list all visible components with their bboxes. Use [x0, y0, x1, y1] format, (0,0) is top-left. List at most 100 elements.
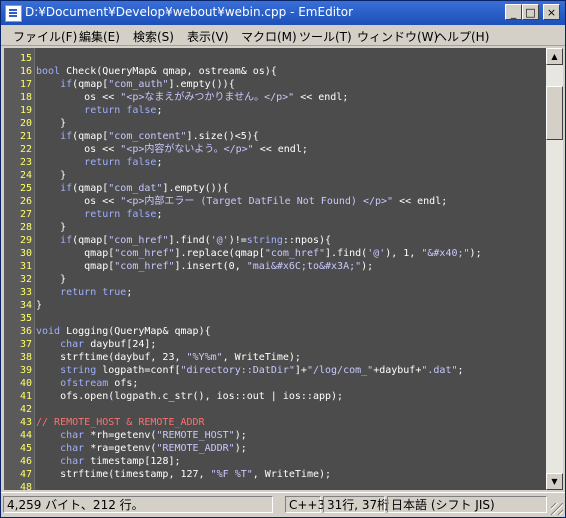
code-line[interactable]: 17 if(qmap["com_auth"].empty()){: [4, 78, 546, 91]
editor-window: D:¥Document¥Develop¥webout¥webin.cpp - E…: [0, 0, 566, 518]
status-position[interactable]: 31行, 37桁: [323, 496, 389, 513]
line-number: 25: [19, 183, 32, 194]
code-line[interactable]: 47 strftime(timestamp, 127, "%F %T", Wri…: [4, 468, 546, 481]
line-number: 30: [19, 248, 32, 259]
line-number: 19: [19, 105, 32, 116]
code-line[interactable]: 25 if(qmap["com_dat"].empty()){: [4, 182, 546, 195]
vertical-scrollbar[interactable]: ▲ ▼: [546, 48, 563, 490]
menu-macro[interactable]: マクロ(M): [241, 28, 297, 45]
code-line[interactable]: 32 }: [4, 273, 546, 286]
code-text: }: [36, 170, 67, 181]
code-line[interactable]: 34}: [4, 299, 546, 312]
code-line[interactable]: 43 // REMOTE_HOST & REMOTE_ADDR: [4, 416, 546, 429]
code-text: return true;: [60, 287, 133, 298]
code-line[interactable]: 20 }: [4, 117, 546, 130]
line-number: 40: [19, 378, 32, 389]
status-encoding[interactable]: 日本語 (シフト JIS): [387, 496, 547, 513]
line-number: 45: [19, 443, 32, 454]
line-number: 39: [19, 365, 32, 376]
code-line[interactable]: 26 os << "<p>内部エラー (Target DatFile Not F…: [4, 195, 546, 208]
code-line[interactable]: 18 os << "<p>なまえがみつかりません。</p>" << endl;: [4, 91, 546, 104]
code-line[interactable]: 36 void Logging(QueryMap& qmap){: [4, 325, 546, 338]
app-icon[interactable]: [5, 5, 22, 22]
code-line[interactable]: 37 char daybuf[24];: [4, 338, 546, 351]
line-number: 23: [19, 157, 32, 168]
line-number: 31: [19, 261, 32, 272]
line-number: 32: [19, 274, 32, 285]
code-text: }: [36, 118, 67, 129]
code-text: if(qmap["com_content"].size()<5){: [60, 131, 259, 142]
line-number: 48: [19, 482, 32, 490]
code-text: return false;: [84, 209, 163, 220]
code-line[interactable]: 27 return false;: [4, 208, 546, 221]
code-text: if(qmap["com_href"].find('@')!=string::n…: [60, 235, 332, 246]
menu-edit[interactable]: 編集(E): [79, 28, 120, 45]
code-line[interactable]: 44 char *rh=getenv("REMOTE_HOST");: [4, 429, 546, 442]
close-button[interactable]: ×: [543, 4, 560, 20]
code-line[interactable]: 38 strftime(daybuf, 23, "%Y%m", WriteTim…: [4, 351, 546, 364]
code-line[interactable]: 30 qmap["com_href"].replace(qmap["com_hr…: [4, 247, 546, 260]
line-number: 17: [19, 79, 32, 90]
minimize-button[interactable]: _: [505, 4, 522, 20]
code-text: void Logging(QueryMap& qmap){: [36, 326, 211, 337]
code-text: qmap["com_href"].insert(0, "mai&#x6C;to&…: [36, 261, 374, 272]
resize-grip[interactable]: [551, 503, 563, 515]
scroll-thumb[interactable]: [546, 86, 563, 140]
scroll-down-button[interactable]: ▼: [546, 473, 563, 490]
code-text: ofstream ofs;: [60, 378, 139, 389]
code-line[interactable]: 16 bool Check(QueryMap& qmap, ostream& os…: [4, 65, 546, 78]
code-text: return false;: [84, 157, 163, 168]
line-number: 27: [19, 209, 32, 220]
line-number: 33: [19, 287, 32, 298]
code-line[interactable]: 33 return true;: [4, 286, 546, 299]
code-text: return false;: [84, 105, 163, 116]
code-line[interactable]: 29 if(qmap["com_href"].find('@')!=string…: [4, 234, 546, 247]
code-text: char *ra=getenv("REMOTE_ADDR");: [60, 443, 247, 454]
code-editor[interactable]: 15 16 bool Check(QueryMap& qmap, ostream& …: [4, 48, 546, 490]
code-line[interactable]: 24 }: [4, 169, 546, 182]
menu-tools[interactable]: ツール(T): [299, 28, 352, 45]
menu-bar: ファイル(F) 編集(E) 検索(S) 表示(V) マクロ(M) ツール(T) …: [1, 25, 565, 46]
line-number: 46: [19, 456, 32, 467]
code-line[interactable]: 31 qmap["com_href"].insert(0, "mai&#x6C;…: [4, 260, 546, 273]
code-line[interactable]: 21 if(qmap["com_content"].size()<5){: [4, 130, 546, 143]
code-text: strftime(daybuf, 23, "%Y%m", WriteTime);: [36, 352, 301, 363]
menu-window[interactable]: ウィンドウ(W): [357, 28, 438, 45]
line-number: 28: [19, 222, 32, 233]
menu-search[interactable]: 検索(S): [133, 28, 174, 45]
code-line[interactable]: 35: [4, 312, 546, 325]
window-title: D:¥Document¥Develop¥webout¥webin.cpp - E…: [25, 5, 354, 19]
code-text: if(qmap["com_dat"].empty()){: [60, 183, 229, 194]
line-number: 15: [19, 53, 32, 64]
code-text: os << "<p>内部エラー (Target DatFile Not Foun…: [36, 196, 448, 207]
menu-help[interactable]: ヘルプ(H): [435, 28, 489, 45]
code-line[interactable]: 22 os << "<p>内容がないよう。</p>" << endl;: [4, 143, 546, 156]
code-text: bool Check(QueryMap& qmap, ostream& os){: [36, 66, 277, 77]
line-number: 29: [19, 235, 32, 246]
line-number: 16: [19, 66, 32, 77]
code-line[interactable]: 15: [4, 52, 546, 65]
code-line[interactable]: 46 char timestamp[128];: [4, 455, 546, 468]
code-line[interactable]: 40 ofstream ofs;: [4, 377, 546, 390]
status-mode[interactable]: C++3: [285, 496, 325, 513]
menu-file[interactable]: ファイル(F): [13, 28, 77, 45]
code-line[interactable]: 19 return false;: [4, 104, 546, 117]
code-line[interactable]: 42: [4, 403, 546, 416]
code-text: ofs.open(logpath.c_str(), ios::out | ios…: [36, 391, 344, 402]
line-number: 38: [19, 352, 32, 363]
code-line[interactable]: 23 return false;: [4, 156, 546, 169]
code-line[interactable]: 28 }: [4, 221, 546, 234]
code-text: string logpath=conf["directory::DatDir"]…: [60, 365, 464, 376]
status-file-size: 4,259 バイト、212 行。: [3, 496, 273, 513]
code-line[interactable]: 45 char *ra=getenv("REMOTE_ADDR");: [4, 442, 546, 455]
code-line[interactable]: 48: [4, 481, 546, 490]
line-number: 18: [19, 92, 32, 103]
scroll-up-button[interactable]: ▲: [546, 48, 563, 65]
code-line[interactable]: 41 ofs.open(logpath.c_str(), ios::out | …: [4, 390, 546, 403]
maximize-button[interactable]: □: [522, 4, 539, 20]
menu-view[interactable]: 表示(V): [187, 28, 229, 45]
title-bar[interactable]: D:¥Document¥Develop¥webout¥webin.cpp - E…: [1, 1, 565, 25]
code-text: char daybuf[24];: [60, 339, 157, 350]
code-text: qmap["com_href"].replace(qmap["com_href"…: [36, 248, 482, 259]
code-line[interactable]: 39 string logpath=conf["directory::DatDi…: [4, 364, 546, 377]
